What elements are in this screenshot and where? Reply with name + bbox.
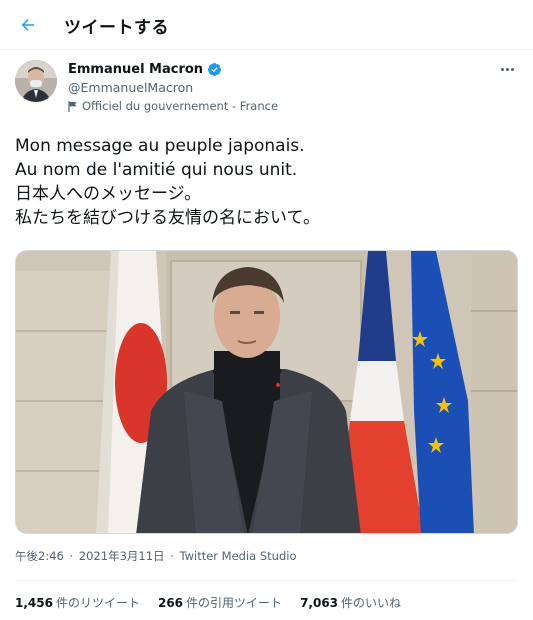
tweet-line: Mon message au peuple japonais.: [15, 136, 305, 156]
government-label: Officiel du gouvernement - France: [68, 99, 278, 113]
retweets-count: 1,456: [15, 596, 53, 610]
tweet-source[interactable]: Twitter Media Studio: [179, 549, 296, 563]
tweet-line: Au nom de l'amitié qui nous unit.: [15, 160, 298, 180]
author-name[interactable]: Emmanuel Macron: [68, 62, 222, 77]
quotes-stat[interactable]: 266 件の引用ツイート: [158, 594, 282, 611]
likes-count: 7,063: [300, 596, 339, 610]
back-button[interactable]: [12, 9, 44, 41]
video-player[interactable]: [15, 250, 518, 534]
more-dot-icon: [510, 67, 514, 71]
tweet-time[interactable]: 午後2:46: [15, 549, 64, 563]
more-dot-icon: [505, 67, 509, 71]
meta-separator: ·: [69, 549, 74, 563]
tweet-date[interactable]: 2021年3月11日: [79, 549, 165, 563]
page-title: ツイートする: [64, 18, 169, 38]
retweets-stat[interactable]: 1,456 件のリツイート: [15, 594, 140, 611]
verified-badge-icon: [208, 62, 222, 77]
government-label-text: Officiel du gouvernement - France: [82, 99, 279, 113]
engagement-stats: 1,456 件のリツイート 266 件の引用ツイート 7,063 件のいいね: [15, 594, 401, 611]
quotes-count: 266: [157, 596, 184, 610]
avatar[interactable]: [15, 60, 57, 102]
meta-separator: ·: [170, 549, 174, 563]
author-name-text: Emmanuel Macron: [68, 62, 204, 77]
more-options-button[interactable]: [495, 60, 519, 78]
top-bar: ツイートする: [0, 0, 533, 50]
author-handle[interactable]: @EmmanuelMacron: [68, 80, 193, 95]
likes-label: 件のいいね: [341, 596, 402, 610]
arrow-left-icon: [21, 19, 34, 31]
tweet-text: Mon message au peuple japonais. Au nom d…: [15, 134, 520, 230]
divider: [15, 580, 518, 581]
video-frame: [16, 251, 517, 533]
quotes-label: 件の引用ツイート: [186, 596, 283, 610]
tweet-meta: 午後2:46 · 2021年3月11日 · Twitter Media Stud…: [15, 548, 297, 564]
retweets-label: 件のリツイート: [55, 596, 140, 610]
more-dot-icon: [500, 67, 504, 71]
tweet-line: 日本人へのメッセージ。: [15, 184, 202, 204]
likes-stat[interactable]: 7,063 件のいいね: [300, 594, 401, 611]
tweet-line: 私たちを結びつける友情の名において。: [15, 208, 320, 228]
flag-icon: [68, 100, 77, 112]
